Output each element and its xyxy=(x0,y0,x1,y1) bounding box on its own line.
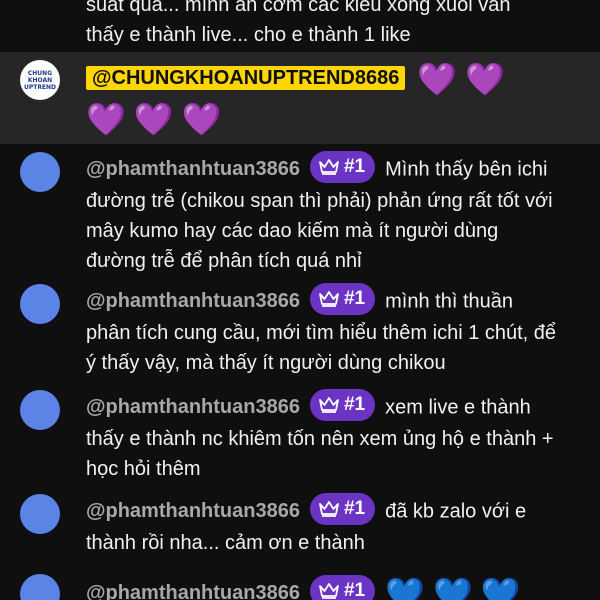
channel-logo: CHUNG KHOAN UPTREND xyxy=(23,69,57,91)
blue-heart-icon: 💙 xyxy=(480,576,521,600)
crown-icon xyxy=(319,397,339,413)
purple-heart-icon: 💜 xyxy=(181,101,222,138)
message-text-line: thấy e thành live... cho e thành 1 like xyxy=(86,24,411,46)
author-name[interactable]: @phamthanhtuan3866 xyxy=(86,500,300,522)
author-name[interactable]: @CHUNGKHOANUPTREND8686 xyxy=(86,66,406,90)
crown-icon xyxy=(319,501,339,517)
live-chat-feed: suất quá... mình ăn cơm các kiểu xong xu… xyxy=(0,0,600,600)
member-badge[interactable]: #1 xyxy=(309,283,376,315)
avatar[interactable] xyxy=(20,574,60,600)
chat-message: @phamthanhtuan3866 #1 mình thì thuần phân … xyxy=(0,282,600,382)
member-badge[interactable]: #1 xyxy=(309,493,376,525)
author-name[interactable]: @phamthanhtuan3866 xyxy=(86,582,300,600)
message-text-line: suất quá... mình ăn cơm các kiểu xong xu… xyxy=(86,0,511,16)
message-text: @phamthanhtuan3866 #1 xem live e thành thấ… xyxy=(86,389,560,484)
avatar[interactable] xyxy=(20,390,60,430)
message-text: @phamthanhtuan3866 #1 mình thì thuần phân … xyxy=(86,283,560,378)
message-text: @CHUNGKHOANUPTREND8686 💜 💜💜 💜 💜 xyxy=(86,58,560,139)
blue-heart-icon: 💙 xyxy=(385,576,425,600)
chat-message-highlighted: CHUNG KHOAN UPTREND @CHUNGKHOANUPTREND86… xyxy=(0,52,600,144)
member-badge[interactable]: #1 xyxy=(309,575,376,600)
badge-rank: #1 xyxy=(343,394,366,415)
message-text: @phamthanhtuan3866 #1 💙 💙 💙 xyxy=(86,574,560,600)
crown-icon xyxy=(319,583,339,599)
chat-message: @phamthanhtuan3866 #1 xem live e thành thấ… xyxy=(0,388,600,484)
badge-rank: #1 xyxy=(343,580,366,600)
message-text: @phamthanhtuan3866 #1 Mình thấy bên ichi đ… xyxy=(86,151,560,276)
author-name[interactable]: @phamthanhtuan3866 xyxy=(86,396,300,418)
avatar[interactable] xyxy=(20,152,60,192)
author-name[interactable]: @phamthanhtuan3866 xyxy=(86,290,300,312)
chat-message: suất quá... mình ăn cơm các kiểu xong xu… xyxy=(0,0,600,52)
avatar[interactable] xyxy=(20,494,60,534)
member-badge[interactable]: #1 xyxy=(309,389,376,421)
badge-rank: #1 xyxy=(343,498,366,519)
avatar[interactable]: CHUNG KHOAN UPTREND xyxy=(20,60,60,100)
badge-rank: #1 xyxy=(343,156,366,177)
blue-heart-icon: 💙 xyxy=(432,576,473,600)
purple-heart-icon: 💜 xyxy=(86,101,126,138)
chat-message: @phamthanhtuan3866 #1 đã kb zalo với e thà… xyxy=(0,492,600,568)
badge-rank: #1 xyxy=(343,288,366,309)
member-badge[interactable]: #1 xyxy=(309,151,376,183)
crown-icon xyxy=(319,159,339,175)
crown-icon xyxy=(319,291,339,307)
message-text: suất quá... mình ăn cơm các kiểu xong xu… xyxy=(86,0,560,48)
chat-message: @phamthanhtuan3866 #1 Mình thấy bên ichi đ… xyxy=(0,148,600,274)
purple-heart-icon: 💜 xyxy=(465,60,506,97)
author-name[interactable]: @phamthanhtuan3866 xyxy=(86,158,300,180)
purple-heart-icon: 💜 xyxy=(417,60,458,97)
chat-message: @phamthanhtuan3866 #1 💙 💙 💙 xyxy=(0,572,600,600)
purple-heart-icon: 💜 xyxy=(133,101,174,138)
message-text: @phamthanhtuan3866 #1 đã kb zalo với e thà… xyxy=(86,493,560,558)
avatar[interactable] xyxy=(20,284,60,324)
